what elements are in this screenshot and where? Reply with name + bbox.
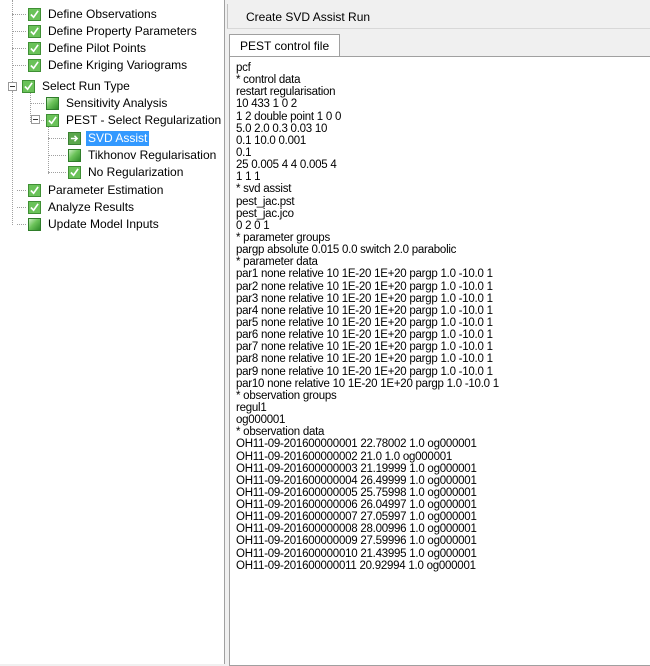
control-file-line: pest_jac.jco xyxy=(236,207,294,220)
tree-item-select-run-type[interactable]: Select Run Type xyxy=(22,78,132,95)
control-file-line: 0.1 10.0 0.001 xyxy=(236,134,307,147)
tab-label: PEST control file xyxy=(240,39,330,53)
control-file-line: pest_jac.pst xyxy=(236,195,295,208)
check-icon xyxy=(28,184,41,197)
arrow-right-icon xyxy=(68,132,81,145)
control-file-line: par6 none relative 10 1E-20 1E+20 pargp … xyxy=(236,329,493,342)
tab-pest-control-file[interactable]: PEST control file xyxy=(229,34,341,57)
tree-item-tikhonov-regularisation[interactable]: Tikhonov Regularisation xyxy=(68,147,218,164)
tree-item-label: Define Observations xyxy=(48,7,157,21)
control-file-line: OH11-09-201600000007 27.05997 1.0 og0000… xyxy=(236,511,477,524)
control-file-line: regul1 xyxy=(236,401,267,414)
tree-item-label: Analyze Results xyxy=(48,200,135,214)
control-file-line: pcf xyxy=(236,62,251,74)
control-file-line: par3 none relative 10 1E-20 1E+20 pargp … xyxy=(236,292,493,305)
tree-item-parameter-estimation[interactable]: Parameter Estimation xyxy=(28,182,165,199)
tree-item-label: SVD Assist xyxy=(86,131,150,146)
control-file-line: par10 none relative 10 1E-20 1E+20 pargp… xyxy=(236,377,499,390)
tree-item-label: Define Property Parameters xyxy=(48,24,197,38)
workflow-tree[interactable]: Define Observations Define Property Para… xyxy=(0,0,225,664)
check-icon xyxy=(28,201,41,214)
control-file-line: 25 0.005 4 4 0.005 4 xyxy=(236,159,337,172)
progress-icon xyxy=(28,218,41,231)
tree-item-sensitivity-analysis[interactable]: Sensitivity Analysis xyxy=(46,95,169,112)
main-panel: Create SVD Assist Run PEST control file … xyxy=(227,0,650,666)
control-file-line: 5.0 2.0 0.3 0.03 10 xyxy=(236,122,328,135)
control-file-lines: pcf * control data restart regularisation 1… xyxy=(236,62,499,572)
tree-item-analyze-results[interactable]: Analyze Results xyxy=(28,199,136,216)
check-icon xyxy=(28,25,41,38)
control-file-line: OH11-09-201600000008 28.00996 1.0 og0000… xyxy=(236,523,477,536)
control-file-line: * observation groups xyxy=(236,389,337,402)
control-file-line: 10 433 1 0 2 xyxy=(236,98,297,111)
control-file-line: par9 none relative 10 1E-20 1E+20 pargp … xyxy=(236,365,493,378)
control-file-line: OH11-09-201600000005 25.75998 1.0 og0000… xyxy=(236,486,477,499)
control-file-line: OH11-09-201600000010 21.43995 1.0 og0000… xyxy=(236,547,477,560)
check-icon xyxy=(28,8,41,21)
progress-icon xyxy=(46,97,59,110)
tree-item-label: Sensitivity Analysis xyxy=(66,96,168,110)
tree-item-label: Tikhonov Regularisation xyxy=(88,148,217,162)
control-file-line: par5 none relative 10 1E-20 1E+20 pargp … xyxy=(236,316,493,329)
check-icon xyxy=(28,42,41,55)
tree-item-label: Define Pilot Points xyxy=(48,41,147,55)
control-file-line: 1 2 double point 1 0 0 xyxy=(236,110,342,123)
check-icon xyxy=(46,114,59,127)
tree-item-label: Update Model Inputs xyxy=(48,217,159,231)
control-file-line: * svd assist xyxy=(236,183,292,196)
control-file-line: par1 none relative 10 1E-20 1E+20 pargp … xyxy=(236,268,493,281)
control-file-line: OH11-09-201600000004 26.49999 1.0 og0000… xyxy=(236,474,477,487)
check-icon xyxy=(22,80,35,93)
control-file-line: par4 none relative 10 1E-20 1E+20 pargp … xyxy=(236,304,493,317)
control-file-line: par2 none relative 10 1E-20 1E+20 pargp … xyxy=(236,280,493,293)
tree-item-label: Parameter Estimation xyxy=(48,183,164,197)
control-file-line: * parameter data xyxy=(236,256,318,269)
control-file-line: * parameter groups xyxy=(236,231,330,244)
control-file-line: OH11-09-201600000003 21.19999 1.0 og0000… xyxy=(236,462,477,475)
select-run-type-collapse-toggle[interactable] xyxy=(8,82,17,91)
tree-item-label: Define Kriging Variograms xyxy=(48,58,188,72)
tree-item-label: No Regularization xyxy=(88,165,184,179)
run-header: Create SVD Assist Run xyxy=(227,4,650,29)
control-file-line: 0 2 0 1 xyxy=(236,219,270,232)
control-file-line: OH11-09-201600000006 26.04997 1.0 og0000… xyxy=(236,499,477,512)
tree-item-define-property-parameters[interactable]: Define Property Parameters xyxy=(28,23,199,40)
progress-icon xyxy=(68,149,81,162)
control-file-line: pargp absolute 0.015 0.0 switch 2.0 para… xyxy=(236,244,457,257)
tree-item-no-regularization[interactable]: No Regularization xyxy=(68,164,185,181)
tree-item-define-observations[interactable]: Define Observations xyxy=(28,6,159,23)
tree-item-define-kriging-variograms[interactable]: Define Kriging Variograms xyxy=(28,57,189,74)
tree-item-update-model-inputs[interactable]: Update Model Inputs xyxy=(28,216,161,233)
tree-item-label: Select Run Type xyxy=(42,79,130,93)
tree-item-define-pilot-points[interactable]: Define Pilot Points xyxy=(28,40,148,57)
tree-item-svd-assist[interactable]: SVD Assist xyxy=(68,130,150,147)
control-file-line: restart regularisation xyxy=(236,86,336,99)
tree-item-label: PEST - Select Regularization xyxy=(66,113,222,127)
tree-item-pest-select-regularization[interactable]: PEST - Select Regularization xyxy=(46,112,223,129)
control-file-line: OH11-09-201600000011 20.92994 1.0 og0000… xyxy=(236,559,476,572)
control-file-line: * control data xyxy=(236,74,301,87)
control-file-line: OH11-09-201600000001 22.78002 1.0 og0000… xyxy=(236,438,477,451)
pest-regularization-collapse-toggle[interactable] xyxy=(31,115,40,124)
control-file-line: og000001 xyxy=(236,414,286,427)
check-icon xyxy=(28,59,41,72)
check-icon xyxy=(68,166,81,179)
control-file-line: * observation data xyxy=(236,426,325,439)
control-file-line: par8 none relative 10 1E-20 1E+20 pargp … xyxy=(236,353,493,366)
control-file-line: OH11-09-201600000009 27.59996 1.0 og0000… xyxy=(236,535,477,548)
control-file-line: par7 none relative 10 1E-20 1E+20 pargp … xyxy=(236,341,493,354)
control-file-line: OH11-09-201600000002 21.0 1.0 og000001 xyxy=(236,450,453,463)
pest-control-file-textarea[interactable]: pcf * control data restart regularisation 1… xyxy=(229,56,650,666)
control-file-line: 0.1 xyxy=(236,146,252,159)
control-file-line: 1 1 1 xyxy=(236,171,261,184)
page-title: Create SVD Assist Run xyxy=(246,10,371,24)
